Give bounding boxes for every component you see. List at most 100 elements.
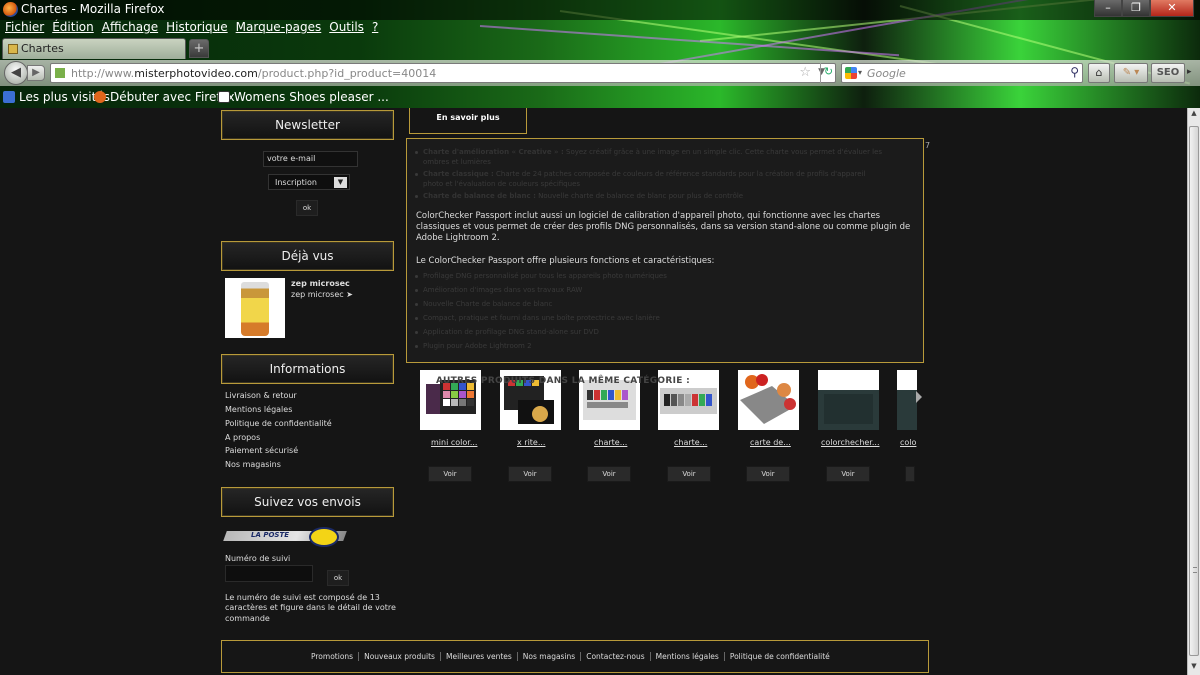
scroll-grip (1193, 567, 1197, 573)
recent-product-thumbnail[interactable] (225, 278, 285, 338)
product-thumb-carte-de[interactable] (738, 370, 799, 430)
bookmark-womens-shoes[interactable]: Womens Shoes pleaser ... (218, 90, 389, 104)
info-link-politique[interactable]: Politique de confidentialité (225, 419, 332, 428)
site-identity-icon[interactable] (55, 68, 65, 78)
newsletter-ok-button[interactable]: ok (296, 200, 318, 216)
colorchecker-passport-image (818, 376, 879, 430)
scroll-up-icon[interactable]: ▲ (1189, 109, 1199, 121)
tracking-label: Numéro de suivi (225, 554, 291, 563)
tracking-number-input[interactable] (225, 565, 313, 582)
recent-product-name[interactable]: zep microsec (291, 279, 350, 288)
seo-toolbar-button[interactable]: SEO (1151, 63, 1185, 83)
footer-link-politique[interactable]: Politique de confidentialité (723, 652, 835, 661)
product-label[interactable]: mini color... (431, 438, 477, 447)
feature-line: photo et l'évaluation de couleurs spécif… (423, 180, 581, 188)
info-link-mentions[interactable]: Mentions légales (225, 405, 292, 414)
footer-bar: Promotions Nouveaux produits Meilleures … (221, 640, 929, 673)
logo-text: LA POSTE (251, 531, 289, 539)
recent-product-link[interactable]: zep microsec ➤ (291, 290, 353, 299)
footer-link-magasins[interactable]: Nos magasins (516, 652, 580, 661)
tracking-ok-button[interactable]: ok (327, 570, 349, 586)
voir-button[interactable]: Voir (587, 466, 631, 482)
product-description-panel: Charte d'amélioration « Creative » : Soy… (406, 138, 924, 363)
menu-edition[interactable]: Édition (52, 20, 94, 36)
footer-link-promotions[interactable]: Promotions (306, 652, 358, 661)
feature-line: Charte de balance de blanc : Nouvelle ch… (423, 192, 744, 200)
en-savoir-plus-tab[interactable]: En savoir plus (409, 108, 527, 134)
voir-button[interactable]: Voir (508, 466, 552, 482)
info-link-apropos[interactable]: A propos (225, 433, 260, 442)
bookmark-star-icon[interactable]: ☆ (799, 65, 811, 80)
footer-links: Promotions Nouveaux produits Meilleures … (306, 652, 835, 661)
paragraph-line: classiques et vous permet de créer des p… (416, 222, 911, 232)
menu-fichier[interactable]: Fichier (5, 20, 44, 36)
footer-link-meilleures[interactable]: Meilleures ventes (439, 652, 517, 661)
product-label[interactable]: charte... (594, 438, 627, 447)
bookmark-getting-started[interactable]: Débuter avec Firefox (94, 90, 235, 104)
menu-historique[interactable]: Historique (166, 20, 228, 36)
toolbar-overflow-icon[interactable]: ▸ (1187, 63, 1199, 83)
info-link-paiement[interactable]: Paiement sécurisé (225, 446, 298, 455)
voir-button[interactable]: Voir (428, 466, 472, 482)
close-button[interactable]: ✕ (1150, 0, 1194, 17)
menu-affichage[interactable]: Affichage (102, 20, 158, 36)
voir-button[interactable]: Voir (746, 466, 790, 482)
bookmark-site-icon (218, 91, 230, 103)
navigation-toolbar: ◀ ▶ http://www.misterphotovideo.com/prod… (0, 60, 1200, 86)
menu-bar: Fichier Édition Affichage Historique Mar… (0, 20, 381, 36)
menu-outils[interactable]: Outils (329, 20, 364, 36)
chevron-down-icon: ▼ (334, 177, 347, 188)
product-label[interactable]: colorchecher... (821, 438, 880, 447)
footer-link-mentions[interactable]: Mentions légales (649, 652, 724, 661)
info-link-livraison[interactable]: Livraison & retour (225, 391, 297, 400)
paragraph-line: Adobe Lightroom 2. (416, 233, 500, 243)
firefox-icon (3, 2, 18, 17)
newsletter-subscription-select[interactable]: Inscription ▼ (268, 174, 350, 190)
product-thumb-colorchecher[interactable] (818, 370, 879, 430)
feature-line: Plugin pour Adobe Lightroom 2 (423, 342, 532, 350)
bullet (415, 151, 418, 154)
footer-link-nouveaux[interactable]: Nouveaux produits (358, 652, 440, 661)
newsletter-email-input[interactable]: votre e-mail (263, 151, 358, 167)
new-tab-button[interactable]: + (189, 39, 209, 58)
google-engine-icon[interactable] (845, 67, 857, 79)
tab-chartes[interactable]: Chartes (2, 38, 186, 59)
scroll-down-icon[interactable]: ▼ (1189, 662, 1199, 674)
la-poste-logo: LA POSTE (223, 527, 353, 547)
window-controls: – ❐ ✕ (1094, 0, 1194, 17)
title-bar: Chartes - Mozilla Firefox – ❐ ✕ (0, 0, 1200, 20)
engine-dropdown-icon[interactable]: ▾ (858, 68, 862, 77)
product-label[interactable]: charte... (674, 438, 707, 447)
scroll-thumb[interactable] (1189, 126, 1199, 656)
product-label[interactable]: x rite... (517, 438, 545, 447)
search-placeholder: Google (867, 67, 906, 80)
product-label[interactable]: carte de... (750, 438, 791, 447)
menu-aide[interactable]: ? (372, 20, 378, 36)
window-title: Chartes - Mozilla Firefox (21, 2, 165, 16)
menu-marque-pages[interactable]: Marque-pages (236, 20, 322, 36)
url-bar[interactable]: http://www.misterphotovideo.com/product.… (50, 63, 836, 83)
product-thumb-partial[interactable] (897, 370, 917, 430)
voir-button[interactable]: Voir (826, 466, 870, 482)
bullet (415, 317, 418, 320)
product-label[interactable]: colo (900, 438, 916, 447)
search-magnifier-icon[interactable]: ⚲ (1070, 65, 1079, 79)
back-button[interactable]: ◀ (4, 61, 28, 85)
info-link-magasins[interactable]: Nos magasins (225, 460, 281, 469)
carousel-next-icon[interactable] (916, 391, 922, 403)
feature-line: Charte classique : Charte de 24 patches … (423, 170, 866, 178)
voir-button[interactable]: Voir (667, 466, 711, 482)
voir-button-partial[interactable] (905, 466, 915, 482)
home-button[interactable]: ⌂ (1088, 63, 1110, 83)
addon-button[interactable]: ✎ ▾ (1114, 63, 1148, 83)
footer-link-contact[interactable]: Contactez-nous (580, 652, 649, 661)
reload-icon[interactable]: ↻ (820, 63, 836, 83)
maximize-button[interactable]: ❐ (1122, 0, 1150, 17)
informations-heading: Informations (221, 354, 394, 384)
minimize-button[interactable]: – (1094, 0, 1122, 17)
search-bar[interactable]: ▾ Google ⚲ (841, 63, 1083, 83)
deja-vus-heading: Déjà vus (221, 241, 394, 271)
description-paragraph-1: ColorChecker Passport inclut aussi un lo… (416, 211, 916, 244)
forward-button[interactable]: ▶ (27, 65, 45, 81)
vertical-scrollbar[interactable]: ▲ ▼ (1187, 108, 1200, 675)
